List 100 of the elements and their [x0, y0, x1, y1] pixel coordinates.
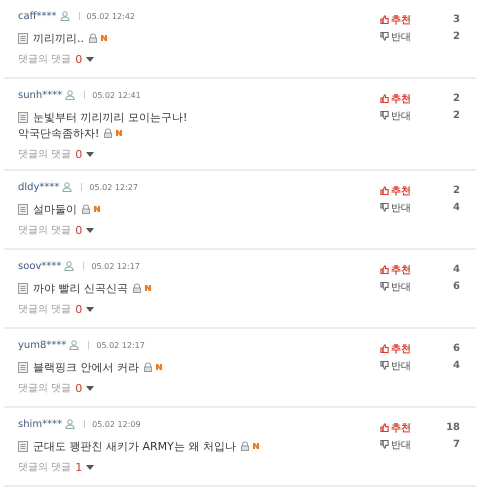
person-icon — [60, 11, 70, 21]
thumbs-down-icon — [380, 32, 389, 41]
downvote-count: 2 — [453, 110, 460, 121]
thumbs-down-icon — [380, 282, 389, 291]
timestamp: 05.02 12:17 — [96, 340, 145, 350]
upvote-button[interactable]: 추천 — [380, 12, 411, 26]
downvote-count: 4 — [453, 360, 460, 371]
lock-icon — [240, 441, 250, 451]
reply-toggle[interactable]: 댓글의 댓글 0 — [18, 147, 380, 161]
timestamp: 05.02 12:41 — [92, 90, 141, 100]
downvote-button[interactable]: 반대 — [380, 438, 411, 452]
thumbs-up-icon — [380, 423, 389, 432]
document-icon — [18, 32, 28, 44]
document-icon — [18, 282, 28, 294]
document-icon — [18, 112, 28, 122]
username[interactable]: yum8**** — [18, 340, 66, 350]
new-icon — [156, 364, 162, 370]
username[interactable]: shim**** — [18, 418, 62, 430]
downvote-button[interactable]: 반대 — [380, 200, 411, 214]
reply-label: 댓글의 댓글 — [18, 53, 72, 66]
comment-text: 눈빛부터 끼리끼리 모이는구나! — [33, 110, 188, 124]
timestamp: 05.02 12:17 — [91, 262, 140, 270]
document-icon — [18, 204, 28, 214]
username[interactable]: soov**** — [18, 260, 62, 272]
upvote-count: 2 — [453, 93, 460, 104]
person-icon — [69, 340, 80, 350]
reply-count: 1 — [75, 460, 82, 474]
upvote-count: 6 — [453, 343, 460, 354]
thumbs-down-icon — [380, 361, 389, 370]
comment-text: 까야 빨리 신곡신곡 — [33, 280, 128, 296]
reply-count: 0 — [75, 52, 82, 66]
upvote-button[interactable]: 추천 — [380, 262, 411, 276]
person-icon — [62, 182, 72, 192]
document-icon — [18, 440, 28, 452]
thumbs-up-icon — [380, 265, 389, 274]
thumbs-down-icon — [380, 203, 389, 212]
caret-icon — [86, 306, 94, 312]
reply-count: 0 — [75, 148, 82, 160]
thumbs-up-icon — [380, 94, 389, 103]
timestamp: 05.02 12:27 — [89, 182, 138, 192]
upvote-button[interactable]: 추천 — [380, 342, 411, 356]
new-icon — [116, 130, 122, 136]
reply-toggle[interactable]: 댓글의 댓글 0 — [18, 52, 380, 66]
timestamp: 05.02 12:42 — [86, 12, 136, 20]
downvote-count: 7 — [453, 439, 460, 450]
username[interactable]: dldy**** — [18, 182, 60, 192]
reply-toggle[interactable]: 댓글의 댓글 0 — [18, 223, 380, 237]
caret-icon — [86, 152, 94, 156]
reply-label: 댓글의 댓글 — [18, 461, 72, 474]
reply-toggle[interactable]: 댓글의 댓글 1 — [18, 460, 380, 474]
downvote-button[interactable]: 반대 — [380, 30, 411, 44]
lock-icon — [81, 204, 91, 214]
username[interactable]: sunh**** — [18, 90, 62, 100]
reply-count: 0 — [75, 302, 82, 316]
caret-icon — [86, 464, 94, 470]
upvote-button[interactable]: 추천 — [380, 420, 411, 434]
downvote-count: 6 — [453, 281, 460, 292]
reply-label: 댓글의 댓글 — [18, 224, 72, 237]
lock-icon — [143, 362, 153, 372]
thumbs-down-icon — [380, 440, 389, 449]
comment-text: 군대도 꽹판친 새키가 ARMY는 왜 처입나 — [33, 438, 236, 454]
comment-text: 블랙핑크 안에서 커라 — [33, 360, 139, 374]
caret-icon — [86, 56, 94, 62]
new-icon — [94, 206, 100, 212]
reply-toggle[interactable]: 댓글의 댓글 0 — [18, 381, 380, 395]
new-icon — [252, 443, 259, 449]
timestamp: 05.02 12:09 — [92, 420, 141, 428]
downvote-button[interactable]: 반대 — [380, 108, 411, 122]
downvote-button[interactable]: 반대 — [380, 280, 411, 294]
reply-label: 댓글의 댓글 — [18, 303, 72, 316]
reply-label: 댓글의 댓글 — [18, 148, 72, 161]
thumbs-down-icon — [380, 111, 389, 120]
caret-icon — [86, 386, 94, 390]
lock-icon — [132, 283, 142, 293]
reply-toggle[interactable]: 댓글의 댓글 0 — [18, 302, 380, 316]
thumbs-up-icon — [380, 344, 389, 353]
comment-text: 설마둘이 — [33, 202, 77, 216]
person-icon — [64, 261, 74, 271]
upvote-button[interactable]: 추천 — [380, 92, 411, 106]
downvote-count: 2 — [453, 31, 460, 42]
thumbs-up-icon — [380, 186, 389, 195]
comment-text: 끼리끼리.. — [33, 30, 84, 46]
lock-icon — [88, 33, 98, 43]
caret-icon — [86, 228, 94, 232]
lock-icon — [103, 128, 114, 138]
username[interactable]: caff**** — [18, 10, 57, 22]
upvote-count: 2 — [453, 185, 460, 196]
downvote-count: 4 — [453, 202, 460, 213]
upvote-button[interactable]: 추천 — [380, 184, 411, 198]
downvote-button[interactable]: 반대 — [380, 358, 411, 372]
upvote-count: 18 — [446, 422, 460, 433]
person-icon — [65, 419, 76, 429]
upvote-count: 4 — [453, 264, 460, 275]
person-icon — [65, 90, 76, 100]
reply-count: 0 — [75, 224, 82, 236]
comment-text: 악국단속좀하자! — [18, 126, 100, 140]
document-icon — [18, 362, 28, 372]
new-icon — [145, 285, 151, 291]
reply-count: 0 — [75, 382, 82, 394]
new-icon — [101, 35, 107, 41]
